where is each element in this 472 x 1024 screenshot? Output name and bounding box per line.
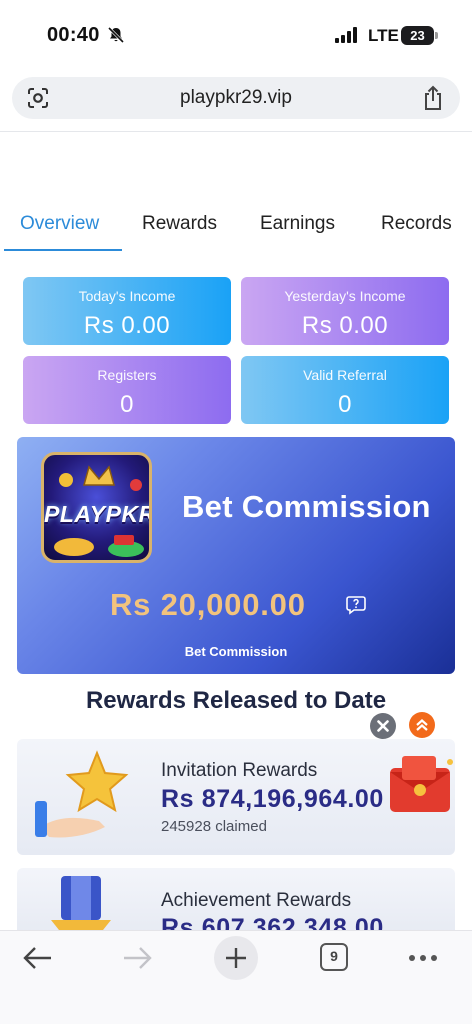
logo-text: PLAYPKR <box>44 501 152 527</box>
address-bar[interactable]: playpkr29.vip <box>12 77 460 119</box>
close-button[interactable] <box>370 713 396 739</box>
double-chevron-up-icon <box>416 719 428 731</box>
browser-toolbar: 9 <box>0 930 472 1024</box>
stat-card-registers: Registers 0 <box>23 356 231 424</box>
new-tab-button[interactable] <box>214 936 258 980</box>
stat-value: 0 <box>338 391 352 418</box>
network-label: LTE <box>368 26 399 45</box>
tab-rewards[interactable]: Rewards <box>142 213 217 235</box>
status-bar: 00:40 LTE 23 <box>0 0 472 66</box>
info-icon[interactable] <box>345 595 367 615</box>
reward-name: Achievement Rewards <box>161 890 352 911</box>
bet-commission-amount: Rs 20,000.00 <box>110 587 306 622</box>
signal-icon <box>335 27 357 43</box>
more-icon[interactable] <box>408 954 438 962</box>
status-time: 00:40 <box>47 24 100 46</box>
reward-amount: Rs 874,196,964.00 <box>161 785 384 813</box>
reward-card-achievement: Achievement Rewards Rs 607,362,348.00 <box>17 868 455 938</box>
close-icon <box>377 720 389 732</box>
stat-card-today-income: Today's Income Rs 0.00 <box>23 277 231 345</box>
tab-overview[interactable]: Overview <box>20 213 99 235</box>
trophy-icon <box>51 876 111 930</box>
stat-label: Today's Income <box>78 288 176 304</box>
battery-indicator: 23 <box>401 26 438 45</box>
playpkr-logo: PLAYPKR <box>41 452 152 563</box>
bet-commission-title: Bet Commission <box>182 489 431 524</box>
tab-records[interactable]: Records <box>381 213 452 235</box>
plus-icon <box>226 948 246 968</box>
reward-claimed: 245928 claimed <box>161 818 267 835</box>
forward-arrow-icon[interactable] <box>121 945 153 971</box>
bet-commission-panel: PLAYPKR Bet Commission Rs 20,000.00 Bet … <box>17 437 455 674</box>
tab-bar: Overview Rewards Earnings Records <box>0 205 472 253</box>
active-tab-indicator <box>4 249 122 251</box>
stat-label: Valid Referral <box>303 367 387 383</box>
url-text[interactable]: playpkr29.vip <box>12 87 460 109</box>
back-arrow-icon[interactable] <box>22 945 54 971</box>
stat-label: Yesterday's Income <box>284 288 406 304</box>
rewards-section-title: Rewards Released to Date <box>85 687 387 714</box>
stat-value: Rs 0.00 <box>301 312 389 339</box>
tab-switcher-button[interactable]: 9 <box>320 943 348 971</box>
bet-commission-subtitle: Bet Commission <box>184 644 288 659</box>
stat-value: Rs 0.00 <box>83 312 171 339</box>
scroll-top-button[interactable] <box>409 712 435 738</box>
stat-card-valid-referral: Valid Referral 0 <box>241 356 449 424</box>
bell-muted-icon <box>107 26 125 44</box>
divider <box>0 131 472 132</box>
tab-earnings[interactable]: Earnings <box>260 213 335 235</box>
share-icon[interactable] <box>422 85 444 111</box>
red-envelope-icon[interactable] <box>386 752 458 816</box>
star-hand-icon <box>35 750 129 838</box>
stat-card-yesterday-income: Yesterday's Income Rs 0.00 <box>241 277 449 345</box>
stat-label: Registers <box>97 367 157 383</box>
battery-level: 23 <box>410 28 425 43</box>
stat-value: 0 <box>120 391 134 418</box>
reward-name: Invitation Rewards <box>161 760 318 781</box>
